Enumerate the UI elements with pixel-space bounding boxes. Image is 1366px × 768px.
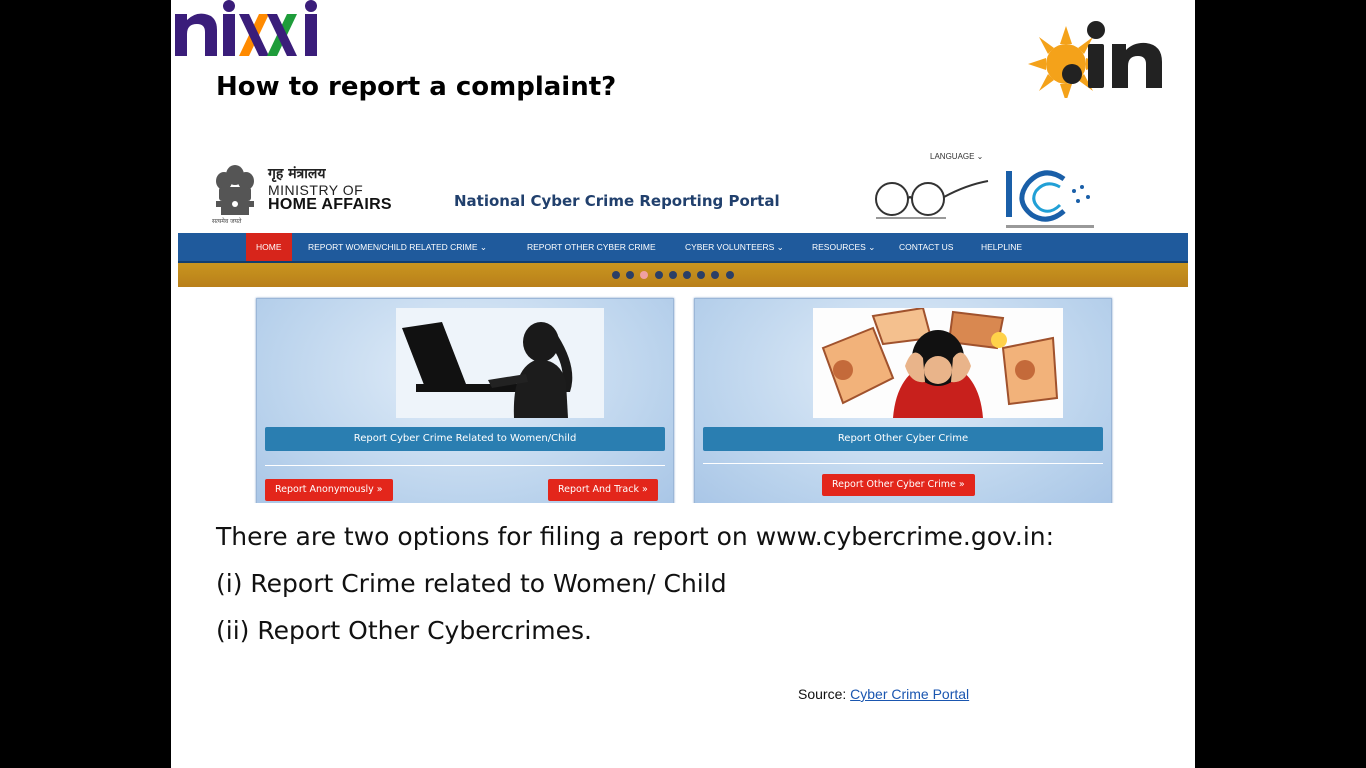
nixi-logo [175, 0, 317, 57]
report-anonymously-button[interactable]: Report Anonymously » [265, 479, 393, 501]
card-divider [265, 465, 665, 466]
nav-resources[interactable]: RESOURCES ⌄ [812, 233, 875, 261]
nav-report-women-child[interactable]: REPORT WOMEN/CHILD RELATED CRIME ⌄ [308, 233, 487, 261]
nav-cyber-volunteers[interactable]: CYBER VOLUNTEERS ⌄ [685, 233, 784, 261]
source-citation: Source: Cyber Crime Portal [798, 686, 969, 702]
report-other-crime-bar[interactable]: Report Other Cyber Crime [703, 427, 1103, 451]
ministry-line2: HOME AFFAIRS [268, 196, 392, 213]
card-women-child: Report Cyber Crime Related to Women/Chil… [256, 298, 674, 503]
card-divider [703, 463, 1103, 464]
report-other-crime-button[interactable]: Report Other Cyber Crime » [822, 474, 975, 496]
portal-screenshot: सत्यमेव जयते गृह मंत्रालय MINISTRY OF HO… [178, 147, 1188, 503]
body-line-intro: There are two options for filing a repor… [216, 522, 1055, 551]
carousel-dot[interactable] [654, 271, 663, 279]
child-laptop-image [396, 308, 604, 418]
ministry-hindi: गृह मंत्रालय [268, 166, 326, 182]
carousel-dot[interactable] [612, 271, 620, 279]
body-line-option-1: (i) Report Crime related to Women/ Child [216, 569, 727, 598]
nav-helpline[interactable]: HELPLINE [981, 233, 1022, 261]
cyber-victim-image [813, 308, 1063, 418]
dot-in-logo [1028, 21, 1162, 98]
carousel-dot[interactable] [640, 271, 649, 279]
i4c-logo [1006, 170, 1094, 228]
carousel-dot[interactable] [626, 271, 635, 279]
nav-report-other[interactable]: REPORT OTHER CYBER CRIME [527, 233, 656, 261]
portal-nav: HOME REPORT WOMEN/CHILD RELATED CRIME ⌄ … [178, 233, 1188, 263]
emblem-caption: सत्यमेव जयते [212, 218, 242, 225]
card-other-crime: Report Other Cyber Crime Report Other Cy… [694, 298, 1112, 503]
carousel-dot[interactable] [711, 271, 720, 279]
carousel-dot[interactable] [668, 271, 677, 279]
carousel-dot[interactable] [697, 271, 706, 279]
slide: How to report a complaint? सत्यमेव जयते … [171, 0, 1195, 768]
slide-title: How to report a complaint? [216, 72, 617, 102]
source-link[interactable]: Cyber Crime Portal [850, 686, 969, 702]
carousel-banner [178, 263, 1188, 287]
portal-name: National Cyber Crime Reporting Portal [454, 192, 780, 210]
nav-contact[interactable]: CONTACT US [899, 233, 953, 261]
body-line-option-2: (ii) Report Other Cybercrimes. [216, 616, 593, 645]
swachh-bharat-logo [875, 180, 989, 219]
language-dropdown[interactable]: LANGUAGE ⌄ [930, 152, 983, 161]
report-women-child-bar[interactable]: Report Cyber Crime Related to Women/Chil… [265, 427, 665, 451]
carousel-dot[interactable] [683, 271, 691, 279]
source-label: Source: [798, 686, 847, 702]
carousel-dot[interactable] [725, 271, 734, 279]
nav-home[interactable]: HOME [246, 233, 292, 261]
report-and-track-button[interactable]: Report And Track » [548, 479, 658, 501]
